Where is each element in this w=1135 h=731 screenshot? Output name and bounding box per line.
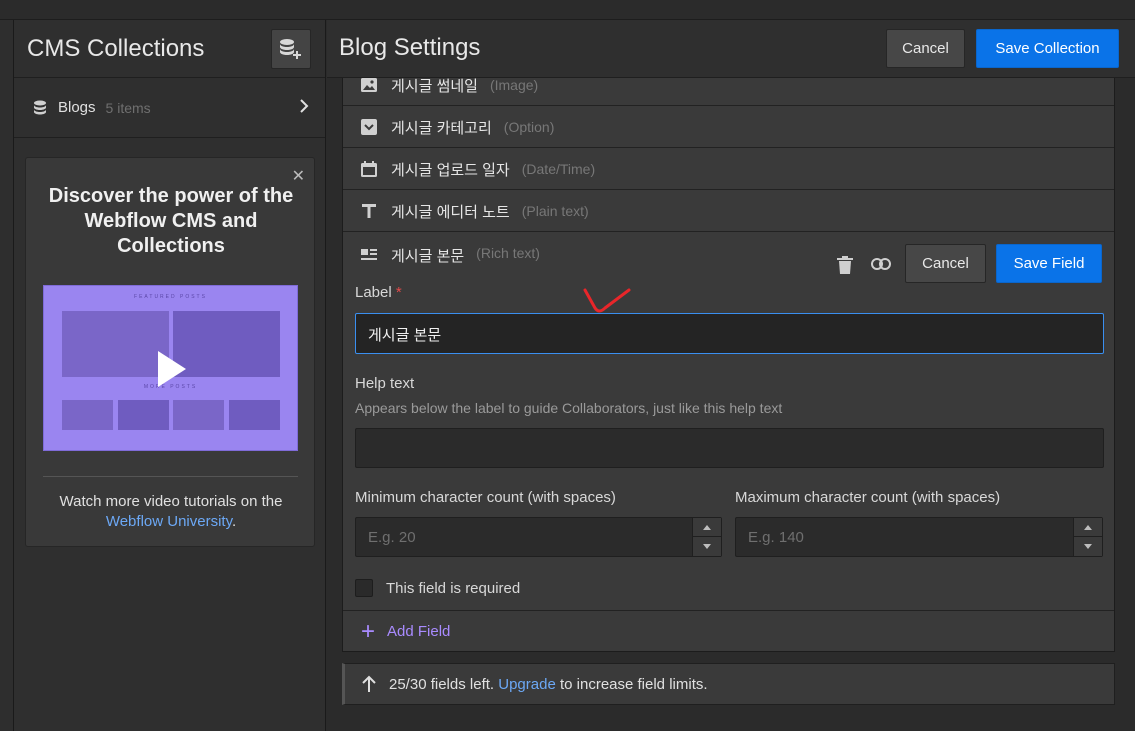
label-input[interactable]: 게시글 본문 [355, 313, 1104, 354]
help-text-hint: Appears below the label to guide Collabo… [355, 400, 783, 416]
video-preview-card [62, 311, 169, 377]
max-count-placeholder: E.g. 140 [748, 529, 804, 546]
video-preview-card [173, 400, 224, 430]
video-preview-card [229, 400, 280, 430]
field-name: 게시글 에디터 노트 [391, 203, 510, 221]
field-limit-notice: 25/30 fields left. Upgrade to increase f… [342, 663, 1115, 705]
field-type: (Date/Time) [521, 161, 596, 177]
promo-divider [43, 476, 298, 477]
database-icon [34, 100, 46, 114]
label-input-value: 게시글 본문 [368, 327, 442, 344]
add-field-label: Add Field [387, 623, 451, 640]
add-collection-button[interactable] [271, 29, 311, 69]
min-count-title: Minimum character count (with spaces) [355, 489, 616, 506]
sidebar-item-count: 5 items [105, 99, 151, 116]
promo-body-text: Watch more video tutorials on the [59, 493, 283, 510]
field-name: 게시글 카테고리 [391, 119, 492, 137]
video-heading: FEATURED POSTS [134, 294, 207, 300]
field-type: (Plain text) [521, 203, 589, 219]
min-count-input[interactable]: E.g. 20 [355, 517, 722, 557]
cms-promo-card: ✕ Discover the power of the Webflow CMS … [25, 157, 315, 547]
max-count-title: Maximum character count (with spaces) [735, 489, 1001, 506]
settings-header: Blog Settings Cancel Save Collection [327, 20, 1135, 78]
page-title: Blog Settings [339, 34, 481, 61]
field-name: 게시글 업로드 일자 [391, 161, 510, 179]
image-icon [359, 78, 379, 95]
min-count-stepper[interactable] [692, 518, 721, 556]
chevron-right-icon [300, 99, 309, 113]
label-title-text: Label [355, 284, 392, 301]
add-collection-icon [280, 39, 301, 59]
video-preview-card [62, 400, 113, 430]
stepper-up-icon[interactable] [693, 518, 721, 537]
cancel-collection-button[interactable]: Cancel [886, 29, 965, 68]
upgrade-link[interactable]: Upgrade [498, 676, 556, 693]
link-icon[interactable] [871, 258, 891, 270]
sidebar-item-label: Blogs [58, 99, 96, 116]
field-type: (Image) [489, 78, 539, 93]
option-icon [359, 117, 379, 137]
video-preview-card [173, 311, 280, 377]
fields-list: 게시글 썸네일 (Image) 게시글 카테고리 (Option) 게시글 업로… [342, 78, 1115, 652]
field-name: 게시글 썸네일 [391, 78, 478, 95]
annotation-checkmark-icon [583, 288, 631, 313]
add-field-button[interactable]: + Add Field [343, 610, 1114, 651]
play-icon[interactable] [158, 351, 186, 387]
notice-suffix: to increase field limits. [559, 675, 708, 693]
notice-text: 25/30 fields left. Upgrade to increase f… [389, 676, 708, 693]
field-type: (Rich text) [476, 245, 540, 261]
max-count-stepper[interactable] [1073, 518, 1102, 556]
field-row[interactable]: 게시글 업로드 일자 (Date/Time) [343, 149, 1114, 190]
min-count-placeholder: E.g. 20 [368, 529, 416, 546]
stepper-down-icon[interactable] [693, 537, 721, 556]
max-count-input[interactable]: E.g. 140 [735, 517, 1103, 557]
help-text-input[interactable] [355, 428, 1104, 468]
save-collection-button[interactable]: Save Collection [976, 29, 1119, 68]
left-panel-edge [0, 20, 14, 731]
webflow-university-link[interactable]: Webflow University [106, 513, 232, 530]
sidebar-item-blogs[interactable]: Blogs 5 items [14, 78, 325, 138]
trash-icon[interactable] [837, 256, 853, 274]
sidebar-title: CMS Collections [27, 34, 205, 62]
promo-video-thumbnail[interactable]: FEATURED POSTS MORE POSTS [43, 285, 298, 451]
save-field-button[interactable]: Save Field [996, 244, 1102, 283]
field-name: 게시글 본문 [391, 248, 465, 265]
field-row[interactable]: 게시글 카테고리 (Option) [343, 107, 1114, 148]
collection-settings-panel: Blog Settings Cancel Save Collection 게시글… [327, 20, 1135, 731]
sidebar-header: CMS Collections [14, 20, 325, 78]
rich-text-icon [359, 245, 379, 265]
stepper-down-icon[interactable] [1074, 537, 1102, 556]
field-row[interactable]: 게시글 썸네일 (Image) [343, 78, 1114, 106]
plus-icon: + [361, 617, 376, 645]
field-row[interactable]: 게시글 에디터 노트 (Plain text) [343, 191, 1114, 232]
required-asterisk: * [395, 284, 402, 301]
calendar-icon [359, 159, 379, 179]
notice-prefix: 25/30 fields left. [389, 675, 495, 693]
close-icon[interactable]: ✕ [292, 166, 305, 186]
required-checkbox-label: This field is required [386, 580, 521, 597]
cancel-field-button[interactable]: Cancel [905, 244, 986, 283]
promo-tutorials-text: Watch more video tutorials on the Webflo… [36, 492, 306, 532]
text-icon [359, 201, 379, 221]
promo-title: Discover the power of the Webflow CMS an… [48, 185, 294, 257]
cms-sidebar: CMS Collections Blogs 5 items ✕ Discover… [14, 20, 326, 731]
arrow-up-icon [362, 675, 376, 692]
help-text-title: Help text [355, 375, 415, 392]
promo-suffix: . [231, 513, 237, 530]
required-checkbox[interactable] [355, 579, 373, 597]
stepper-up-icon[interactable] [1074, 518, 1102, 537]
window-top-bar [0, 0, 1135, 20]
video-preview-card [118, 400, 169, 430]
field-type: (Option) [503, 119, 555, 135]
label-title: Label * [355, 284, 402, 301]
